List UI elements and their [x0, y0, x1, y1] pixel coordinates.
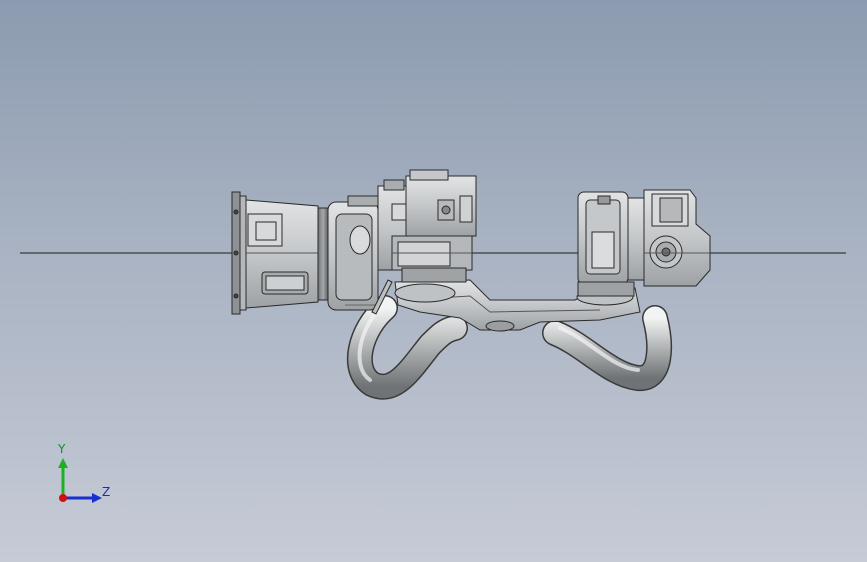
triad-z-label: Z — [102, 485, 111, 499]
axis1-motor[interactable] — [327, 195, 379, 311]
hose-left[interactable] — [346, 295, 468, 400]
axis2-gearbox[interactable] — [377, 169, 477, 283]
hose-right[interactable] — [542, 305, 672, 391]
base-flange[interactable] — [231, 191, 329, 315]
axis4-wrist[interactable] — [627, 189, 711, 287]
graphics-viewport[interactable]: Y Z — [0, 0, 867, 562]
coordinate-triad — [58, 458, 102, 503]
axis3-motor[interactable] — [577, 191, 635, 297]
cad-model-view[interactable] — [0, 0, 867, 562]
triad-y-label: Y — [58, 442, 66, 456]
